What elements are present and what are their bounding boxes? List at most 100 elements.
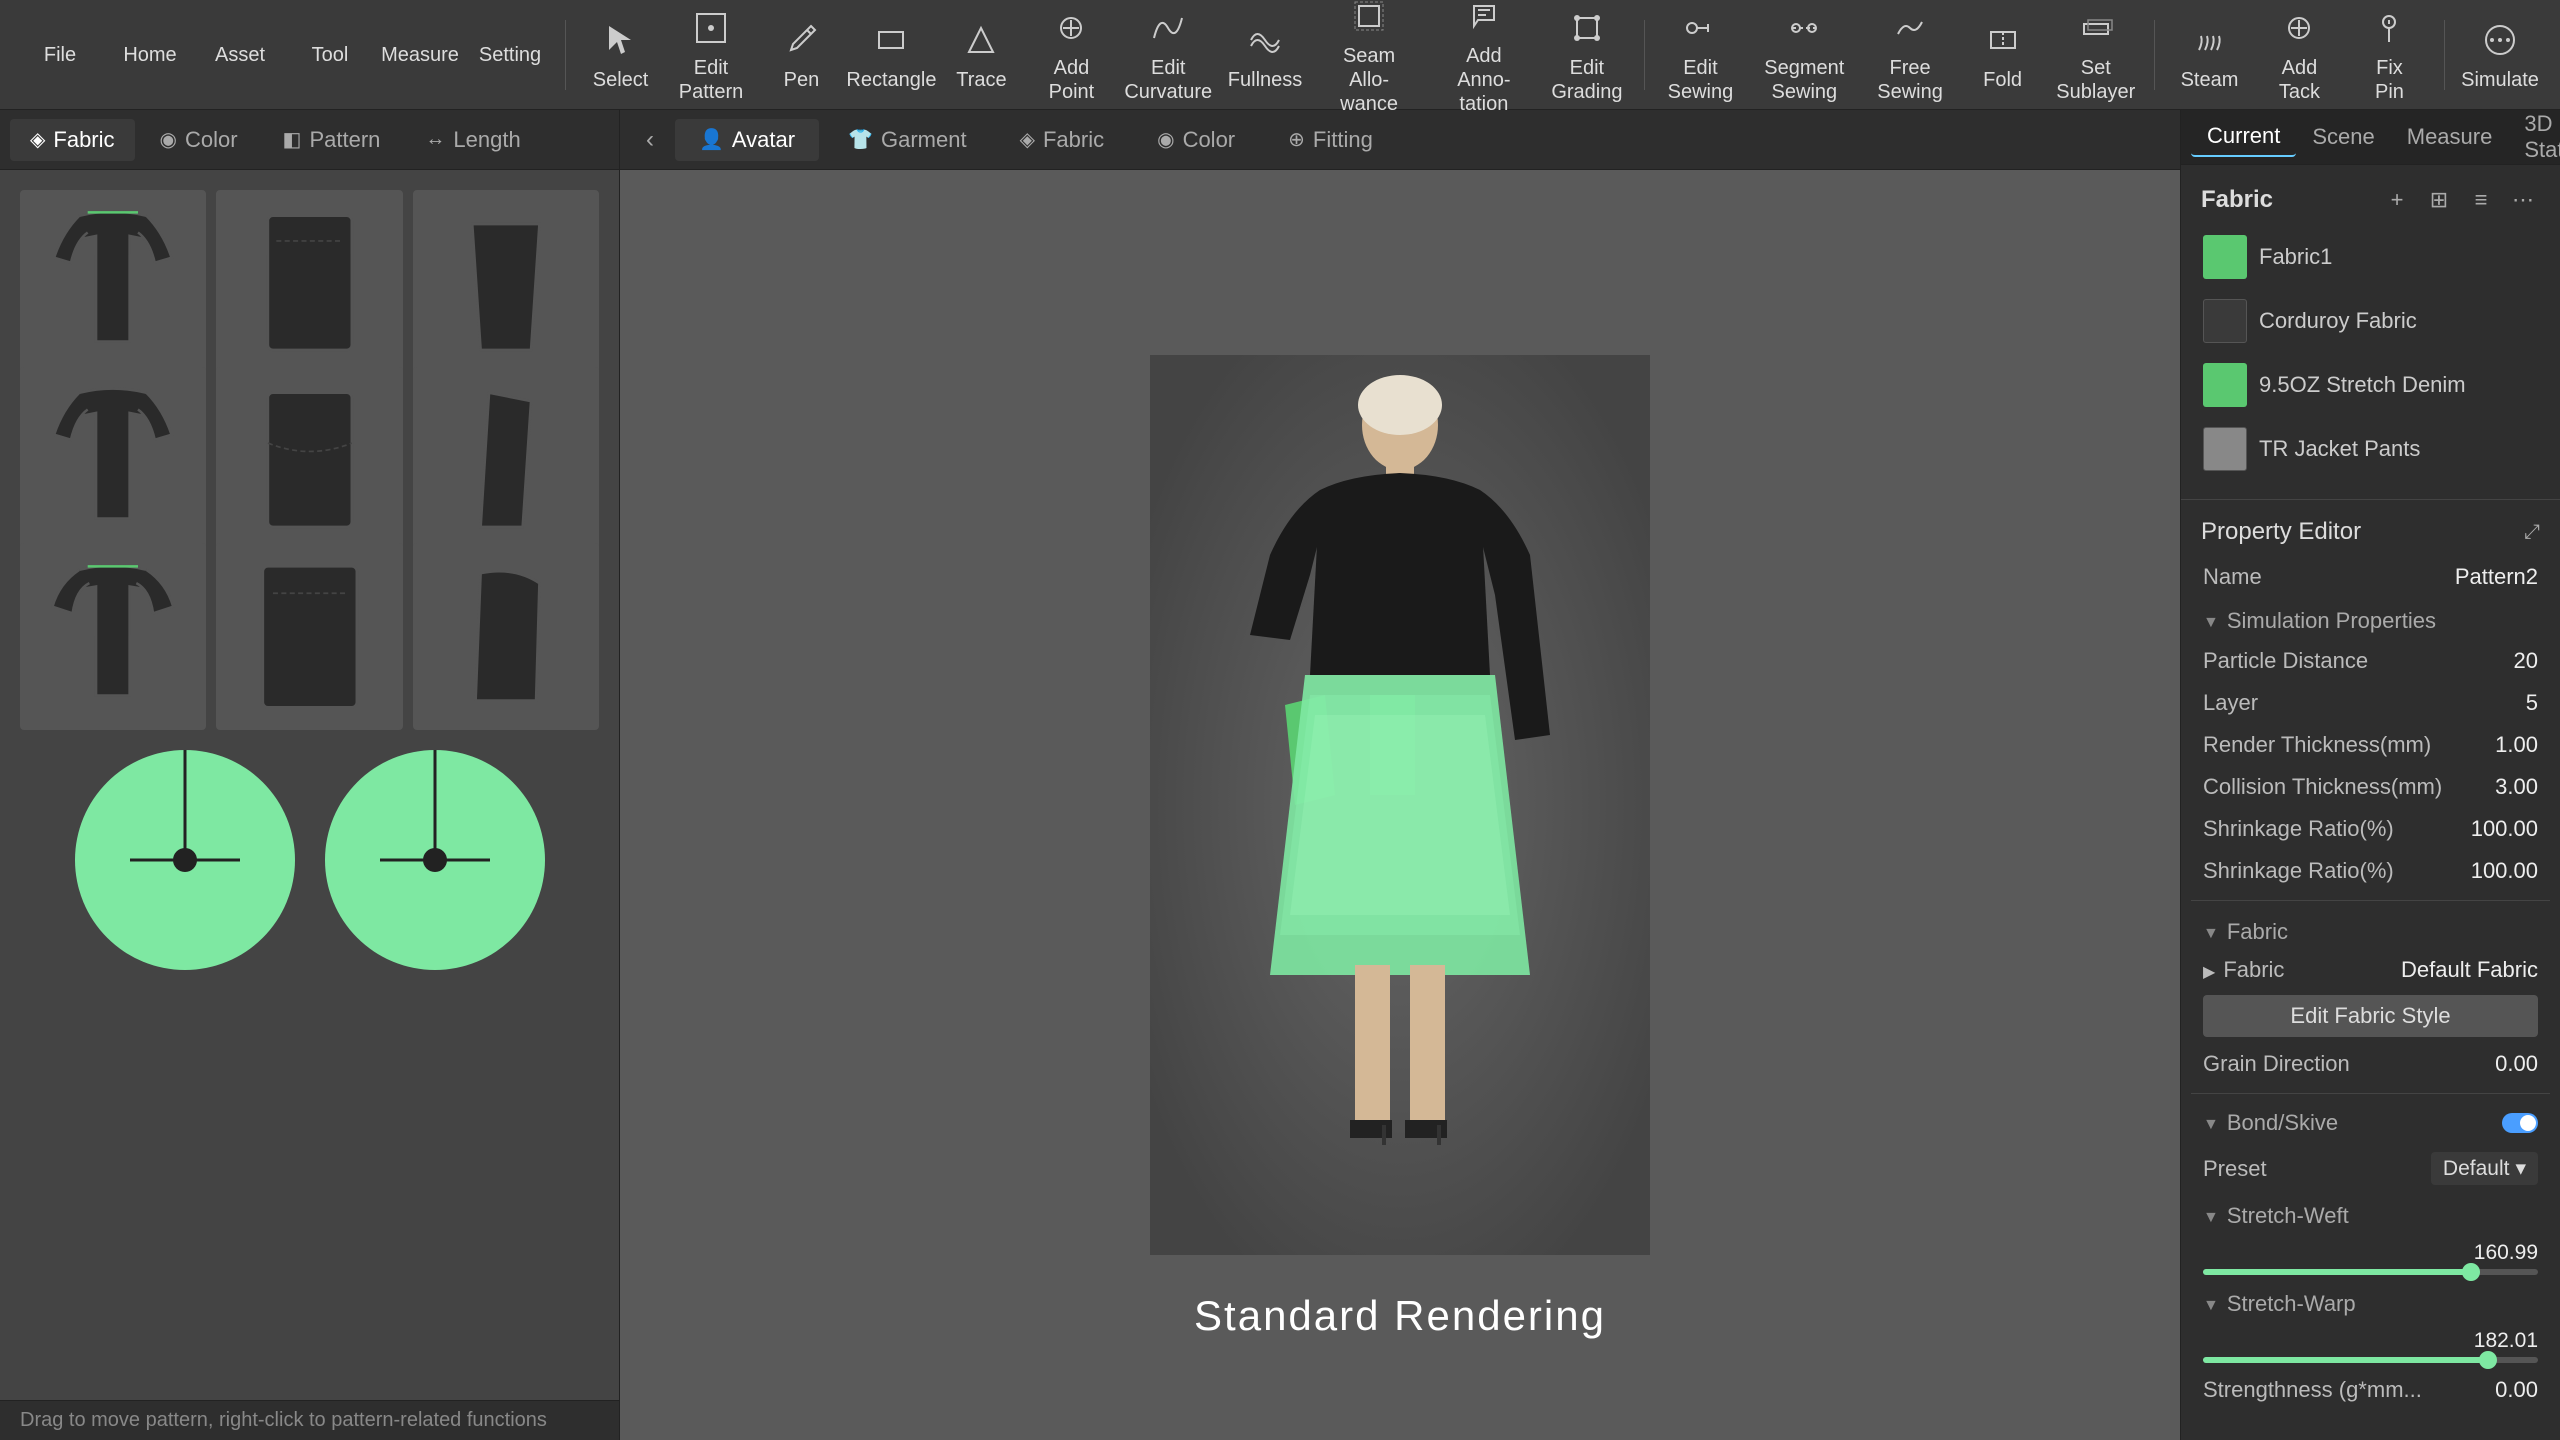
pattern-grid — [0, 170, 619, 730]
center-tab-fabric[interactable]: ◈ Fabric — [996, 119, 1129, 161]
stretch-weft-slider[interactable] — [2203, 1269, 2538, 1275]
center-tab-avatar[interactable]: 👤 Avatar — [675, 119, 819, 161]
file-menu[interactable]: File — [20, 35, 100, 75]
status-bar: Drag to move pattern, right-click to pat… — [0, 1400, 619, 1440]
preset-select[interactable]: Default ▾ — [2431, 1152, 2538, 1185]
home-menu[interactable]: Home — [110, 35, 190, 75]
render-thickness-row: Render Thickness(mm) 1.00 — [2191, 724, 2550, 766]
toolbar: File Home Asset Tool Measure Setting Sel… — [0, 0, 2560, 110]
avatar-tab-icon: 👤 — [699, 127, 724, 152]
center-fabric-tab-icon: ◈ — [1020, 127, 1035, 152]
right-tab-current[interactable]: Current — [2191, 117, 2296, 157]
edit-pattern-tool[interactable]: Edit Pattern — [671, 0, 752, 112]
layer-row: Layer 5 — [2191, 682, 2550, 724]
fabric-list-btn[interactable]: ≡ — [2464, 183, 2498, 217]
avatar-wrapper — [620, 170, 2180, 1440]
bond-toggle[interactable] — [2502, 1113, 2538, 1133]
fabric-more-btn[interactable]: ⋯ — [2506, 183, 2540, 217]
stretch-weft-slider-row: 160.99 — [2191, 1235, 2550, 1281]
fabric-item-2[interactable]: Corduroy Fabric — [2191, 289, 2550, 353]
setting-menu[interactable]: Setting — [470, 35, 550, 75]
center-tabs-left-arrow[interactable]: ‹ — [630, 120, 670, 160]
measure-menu[interactable]: Measure — [380, 35, 460, 75]
tab-pattern[interactable]: ◧ Pattern — [263, 119, 401, 161]
fabric-swatch-4 — [2203, 427, 2247, 471]
right-tab-3d-state[interactable]: 3D State — [2508, 110, 2560, 169]
left-panel: ◈ Fabric ◉ Color ◧ Pattern ↔ Length — [0, 110, 620, 1440]
edit-fabric-style-button[interactable]: Edit Fabric Style — [2203, 995, 2538, 1037]
fabric-grid-btn[interactable]: ⊞ — [2422, 183, 2456, 217]
center-color-tab-icon: ◉ — [1157, 127, 1174, 152]
select-tool[interactable]: Select — [581, 10, 661, 100]
fabric-add-btn[interactable]: + — [2380, 183, 2414, 217]
center-tabs: ‹ 👤 Avatar 👕 Garment ◈ Fabric ◉ Color ⊕ … — [620, 110, 2180, 170]
center-tab-color[interactable]: ◉ Color — [1133, 119, 1259, 161]
pattern-item-8[interactable] — [216, 543, 402, 729]
tab-fabric[interactable]: ◈ Fabric — [10, 119, 135, 161]
divider-fabric-prop — [2181, 499, 2560, 500]
fabric-sub-expand-icon — [2203, 957, 2215, 983]
fitting-tab-icon: ⊕ — [1288, 127, 1305, 152]
shrinkage-ratio-1-row: Shrinkage Ratio(%) 100.00 — [2191, 808, 2550, 850]
circle-pattern-1[interactable] — [75, 750, 295, 970]
pattern-item-3[interactable] — [413, 190, 599, 376]
seam-allowance-tool[interactable]: Seam Allo-wance — [1315, 0, 1423, 124]
fabric-sub-label[interactable]: Fabric — [2191, 909, 2550, 951]
set-sublayer-tool[interactable]: Set Sublayer — [2053, 0, 2139, 112]
prop-editor-header: Property Editor ⤢ — [2191, 508, 2550, 556]
stretch-warp-slider[interactable] — [2203, 1357, 2538, 1363]
simulation-caret — [2203, 611, 2219, 632]
fabric-swatch-2 — [2203, 299, 2247, 343]
length-tab-icon: ↔ — [425, 128, 445, 151]
simulation-properties-label[interactable]: Simulation Properties — [2191, 598, 2550, 640]
simulate-tool[interactable]: Simulate — [2460, 10, 2540, 100]
fabric-item-3[interactable]: 9.5OZ Stretch Denim — [2191, 353, 2550, 417]
pattern-item-1[interactable] — [20, 190, 206, 376]
fabric-item-4[interactable]: TR Jacket Pants — [2191, 417, 2550, 481]
add-tack-tool[interactable]: Add Tack — [2259, 0, 2339, 112]
pattern-item-9[interactable] — [413, 543, 599, 729]
left-content — [0, 170, 619, 1400]
pattern-item-7[interactable] — [20, 543, 206, 729]
center-tab-garment[interactable]: 👕 Garment — [824, 119, 991, 161]
fold-tool[interactable]: Fold — [1963, 10, 2043, 100]
stretch-warp-slider-row: 182.01 — [2191, 1323, 2550, 1369]
fullness-tool[interactable]: Fullness — [1225, 10, 1305, 100]
edit-grading-tool[interactable]: Edit Grading — [1545, 0, 1630, 112]
asset-menu[interactable]: Asset — [200, 35, 280, 75]
fabric-sub-caret — [2203, 922, 2219, 943]
collision-thickness-row: Collision Thickness(mm) 3.00 — [2191, 766, 2550, 808]
prop-editor-expand-icon[interactable]: ⤢ — [2524, 521, 2540, 544]
pattern-item-5[interactable] — [216, 367, 402, 553]
right-panel: Current Scene Measure 3D State Fabric + … — [2180, 110, 2560, 1440]
free-sewing-tool[interactable]: Free Sewing — [1867, 0, 1952, 112]
fabric-swatch-1 — [2203, 235, 2247, 279]
segment-sewing-tool[interactable]: Segment Sewing — [1751, 0, 1857, 112]
tool-menu[interactable]: Tool — [290, 35, 370, 75]
color-tab-icon: ◉ — [160, 127, 177, 152]
3d-viewport[interactable]: Standard Rendering — [620, 170, 2180, 1440]
stretch-weft-label[interactable]: Stretch-Weft — [2191, 1193, 2550, 1235]
right-tab-scene[interactable]: Scene — [2296, 118, 2390, 156]
right-tab-measure[interactable]: Measure — [2391, 118, 2509, 156]
add-point-tool[interactable]: Add Point — [1031, 0, 1111, 112]
pattern-item-2[interactable] — [216, 190, 402, 376]
fabric-item-1[interactable]: Fabric1 — [2191, 225, 2550, 289]
bond-skive-label[interactable]: Bond/Skive — [2203, 1110, 2338, 1136]
pattern-item-6[interactable] — [413, 367, 599, 553]
pen-tool[interactable]: Pen — [761, 10, 841, 100]
edit-curvature-tool[interactable]: Edit Curvature — [1121, 0, 1215, 112]
edit-sewing-tool[interactable]: Edit Sewing — [1660, 0, 1742, 112]
circle-pattern-2[interactable] — [325, 750, 545, 970]
rectangle-tool[interactable]: Rectangle — [851, 10, 931, 100]
trace-tool[interactable]: Trace — [941, 10, 1021, 100]
steam-tool[interactable]: Steam — [2169, 10, 2249, 100]
tab-length[interactable]: ↔ Length — [405, 119, 540, 161]
tab-color[interactable]: ◉ Color — [140, 119, 258, 161]
add-annotation-tool[interactable]: Add Anno-tation — [1433, 0, 1534, 124]
stretch-warp-label[interactable]: Stretch-Warp — [2191, 1281, 2550, 1323]
circles-area — [0, 730, 619, 990]
center-tab-fitting[interactable]: ⊕ Fitting — [1264, 119, 1397, 161]
fix-pin-tool[interactable]: Fix Pin — [2349, 0, 2429, 112]
pattern-item-4[interactable] — [20, 367, 206, 553]
